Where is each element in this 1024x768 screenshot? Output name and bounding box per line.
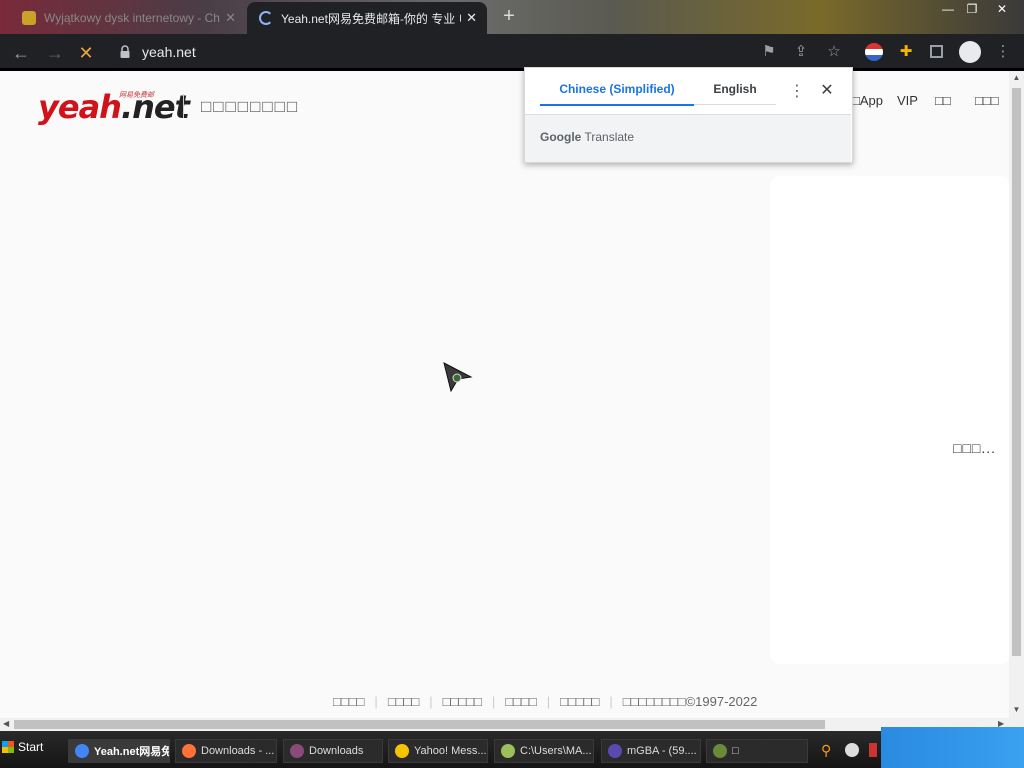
taskbar-item[interactable]: Yahoo! Mess... [388,739,488,763]
tab-title: Wyjątkowy dysk internetowy - Ch [44,11,220,25]
footer-link[interactable]: □□□□ [388,694,419,709]
share-icon[interactable]: ⇪ [792,43,810,61]
translate-close-icon[interactable]: ✕ [818,80,836,99]
taskbar-item-label: Downloads - ... [201,745,275,757]
translate-tab-target-language[interactable]: English [694,82,776,104]
stop-loading-icon[interactable]: ✕ [75,42,97,64]
nav-link-3[interactable]: □□ [935,93,951,108]
tab-loading-icon [259,11,273,25]
login-panel [770,176,1010,664]
nav-app-link[interactable]: □App [852,93,883,108]
yahoo-messenger-icon [395,744,409,758]
loading-text: □□□... [953,440,997,456]
translate-more-options-icon[interactable]: ⋮ [789,81,805,100]
folder-icon [290,744,304,758]
bookmark-star-icon[interactable]: ☆ [825,43,843,61]
tray-app-icon[interactable] [845,743,859,757]
mouse-cursor-icon [443,362,473,392]
nav-link-4[interactable]: □□□ [975,93,999,108]
minimize-icon[interactable]: — [938,2,958,16]
footer-link[interactable]: □□□□□ [560,694,599,709]
tab-title: Yeah.net网易免费邮箱-你的 专业 电子 [281,11,461,26]
firefox-icon [182,744,196,758]
profile-avatar[interactable] [959,41,981,63]
taskbar-item-label: Yeah.net网易免费邮 [94,746,169,758]
restore-icon[interactable]: ❐ [962,2,982,16]
footer-link[interactable]: □□□□□ [443,694,482,709]
tab-close-icon[interactable]: ✕ [225,10,236,26]
taskbar-item-label: mGBA - (59.... [627,745,697,757]
new-tab-button[interactable]: + [499,6,519,26]
horizontal-scrollbar-thumb[interactable] [14,720,825,729]
windows-logo-icon [2,741,14,753]
vertical-scrollbar-thumb[interactable] [1012,88,1021,656]
footer-links: □□□□ | □□□□ | □□□□□ | □□□□ | □□□□□ | □□□□□□□□… [333,694,758,709]
scroll-left-arrow-icon[interactable]: ◀ [3,719,9,728]
address-bar[interactable] [108,38,854,66]
tab-inactive[interactable]: Wyjątkowy dysk internetowy - Ch ✕ [10,2,246,34]
lock-icon [120,45,130,58]
yeah-net-logo[interactable]: yeah.net [38,88,190,126]
taskbar-item[interactable]: Yeah.net网易免费邮 [68,739,170,763]
footer-copyright: □□□□□□□□©1997-2022 [622,694,758,709]
scroll-down-arrow-icon[interactable]: ▼ [1010,705,1023,716]
translate-page-icon[interactable]: ⚑ [760,43,778,61]
side-panel-icon[interactable] [930,45,943,58]
notepad-icon [501,744,515,758]
start-label: Start [18,740,44,754]
forward-icon[interactable]: → [44,42,66,64]
logo-divider [183,94,184,118]
taskbar-item[interactable]: Downloads - ... [175,739,277,763]
taskbar-item-label: Downloads [309,745,364,757]
taskbar-item-label: C:\Users\MA... [520,745,592,757]
mgba-icon [608,744,622,758]
taskbar-item[interactable]: Downloads [283,739,383,763]
profile-flag-icon[interactable] [865,43,883,61]
taskbar-item-label: Yahoo! Mess... [414,745,487,757]
chrome-icon [75,744,89,758]
scroll-up-arrow-icon[interactable]: ▲ [1010,73,1023,84]
close-window-icon[interactable]: ✕ [992,2,1012,16]
app-icon [713,744,727,758]
logo-tagline: 网易免费邮 [119,92,154,99]
taskbar-item[interactable]: □ [706,739,808,763]
taskbar-item[interactable]: C:\Users\MA... [494,739,594,763]
menu-kebab-icon[interactable]: ⋮ [994,43,1012,61]
tab-close-icon[interactable]: ✕ [466,10,477,26]
nav-vip-link[interactable]: VIP [897,93,918,108]
footer-link[interactable]: □□□□ [505,694,536,709]
logo-subtitle: □□□□□□□□ [201,97,300,116]
taskbar-item[interactable]: mGBA - (59.... [601,739,701,763]
search-icon[interactable]: ⚲ [821,742,831,759]
translate-tab-source-language[interactable]: Chinese (Simplified) [540,82,694,106]
tab-favicon-icon [22,11,36,25]
taskbar-thumbnail-preview [881,727,1024,768]
back-icon[interactable]: ← [10,42,32,64]
tray-flag-icon[interactable] [869,743,877,757]
extensions-puzzle-icon[interactable]: ✚ [897,43,915,61]
google-translate-brand: Google Translate [540,130,635,144]
footer-link[interactable]: □□□□ [333,694,364,709]
start-button[interactable]: Start [2,736,58,758]
taskbar-item-label: □ [732,745,739,757]
system-tray: ⚲ [815,740,881,762]
tab-active[interactable]: Yeah.net网易免费邮箱-你的 专业 电子 ✕ [247,2,487,34]
url-text[interactable]: yeah.net [142,44,196,60]
